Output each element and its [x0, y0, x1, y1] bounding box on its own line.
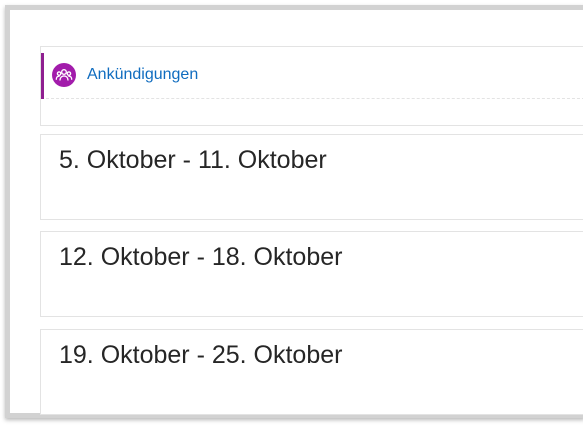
activity-item-announcements: Ankündigungen [41, 47, 583, 99]
week-section-2: 12. Oktober - 18. Oktober [40, 231, 583, 317]
activity-accent-bar [41, 53, 44, 99]
week-title-1[interactable]: 5. Oktober - 11. Oktober [59, 146, 327, 175]
announcements-link[interactable]: Ankündigungen [87, 66, 198, 84]
week-section-3: 19. Oktober - 25. Oktober [40, 329, 583, 415]
course-section-general: Ankündigungen [40, 46, 583, 126]
week-title-3[interactable]: 19. Oktober - 25. Oktober [59, 341, 342, 370]
week-title-2[interactable]: 12. Oktober - 18. Oktober [59, 243, 342, 272]
week-section-1: 5. Oktober - 11. Oktober [40, 134, 583, 220]
forum-people-icon[interactable] [52, 63, 76, 87]
course-content-frame: Ankündigungen 5. Oktober - 11. Oktober 1… [5, 5, 583, 418]
